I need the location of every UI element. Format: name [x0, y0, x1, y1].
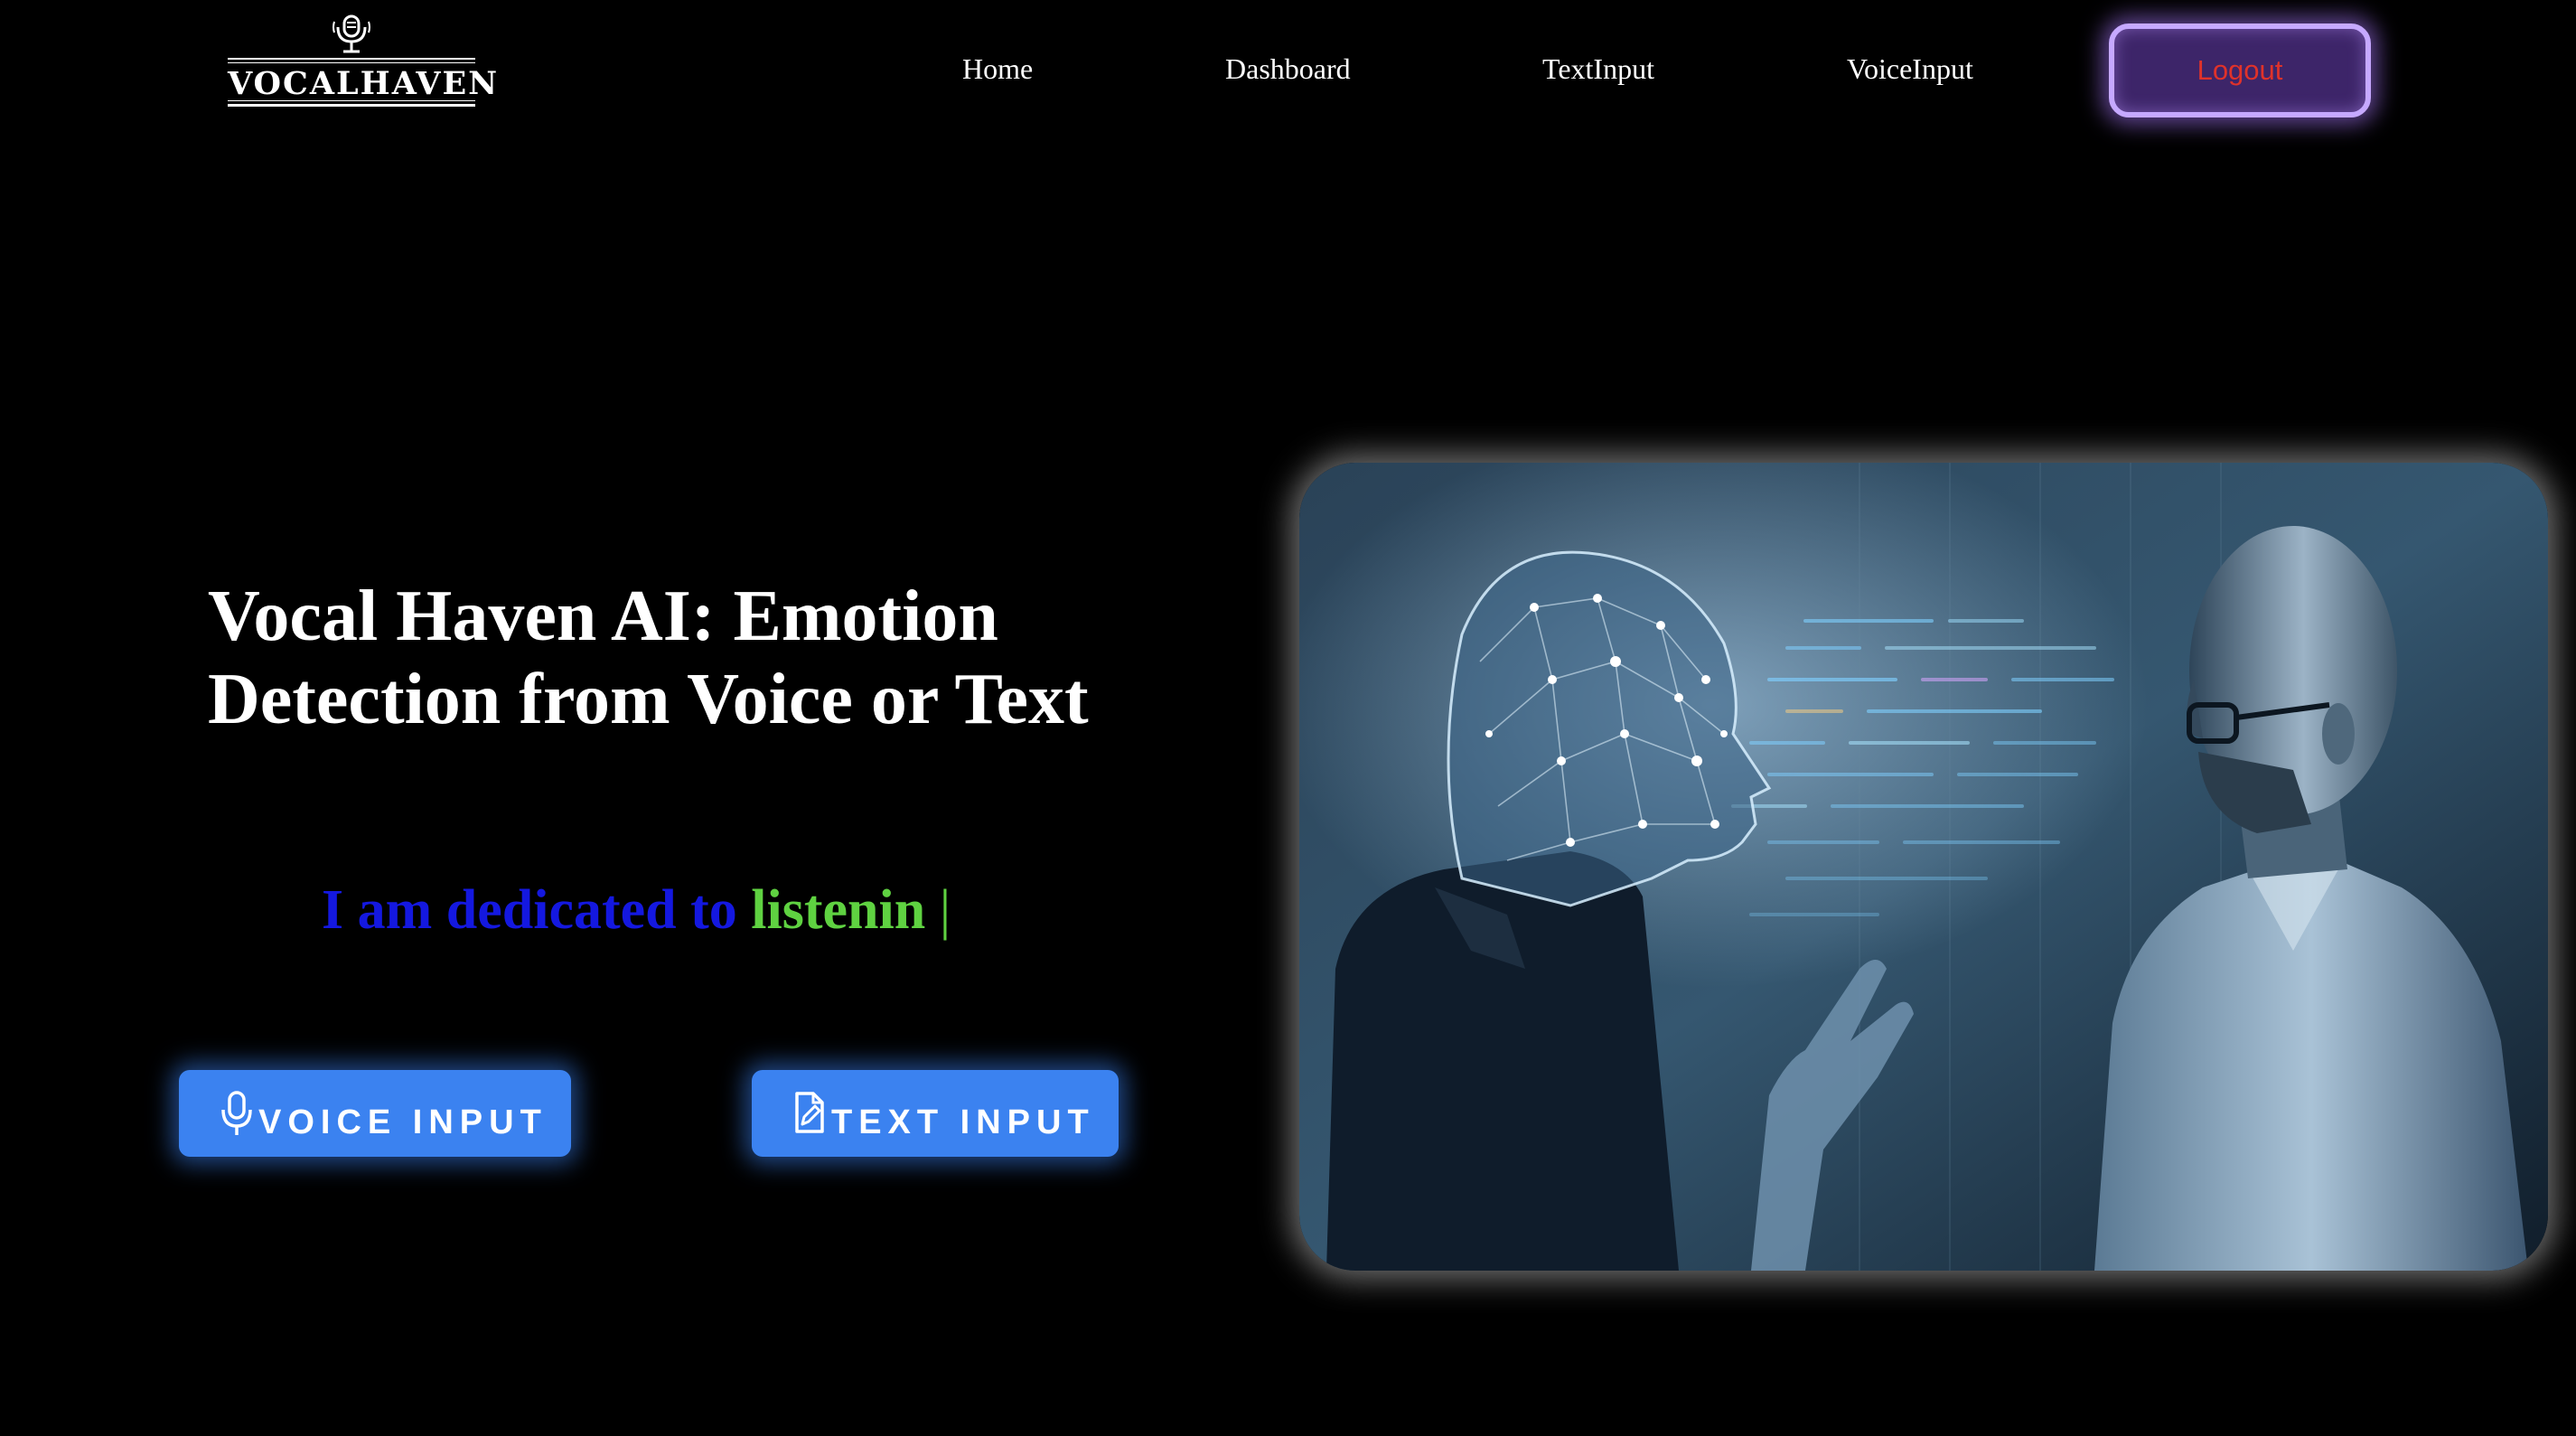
- microphone-icon: [221, 1091, 252, 1135]
- ai-human-illustration: [1299, 463, 2548, 1271]
- hero-illustration: [1299, 463, 2548, 1271]
- brand-logo[interactable]: VOCALHAVEN: [228, 13, 497, 107]
- hero-title: Vocal Haven AI: Emotion Detection from V…: [208, 575, 1147, 741]
- voice-input-button[interactable]: VOICE INPUT: [179, 1070, 571, 1157]
- nav-dashboard[interactable]: Dashboard: [1225, 52, 1351, 86]
- nav-textinput[interactable]: TextInput: [1542, 52, 1654, 86]
- typing-static-text: I am dedicated to: [322, 879, 737, 941]
- hero-title-line2: Detection from Voice or Text: [208, 660, 1089, 739]
- typing-animated-word: listenin: [751, 879, 926, 941]
- text-input-label: TEXT INPUT: [831, 1103, 1095, 1141]
- nav-voiceinput[interactable]: VoiceInput: [1847, 52, 1973, 86]
- typing-tagline: I am dedicated to listenin |: [322, 878, 1135, 943]
- logout-button[interactable]: Logout: [2109, 23, 2371, 117]
- text-input-button[interactable]: TEXT INPUT: [752, 1070, 1119, 1157]
- typing-cursor: |: [939, 879, 951, 941]
- nav-home[interactable]: Home: [962, 52, 1033, 86]
- brand-name: VOCALHAVEN: [228, 58, 497, 107]
- microphone-icon: [333, 14, 370, 53]
- hero-title-line1: Vocal Haven AI: Emotion: [208, 577, 998, 656]
- voice-input-label: VOICE INPUT: [258, 1103, 548, 1141]
- document-edit-icon: [795, 1092, 824, 1133]
